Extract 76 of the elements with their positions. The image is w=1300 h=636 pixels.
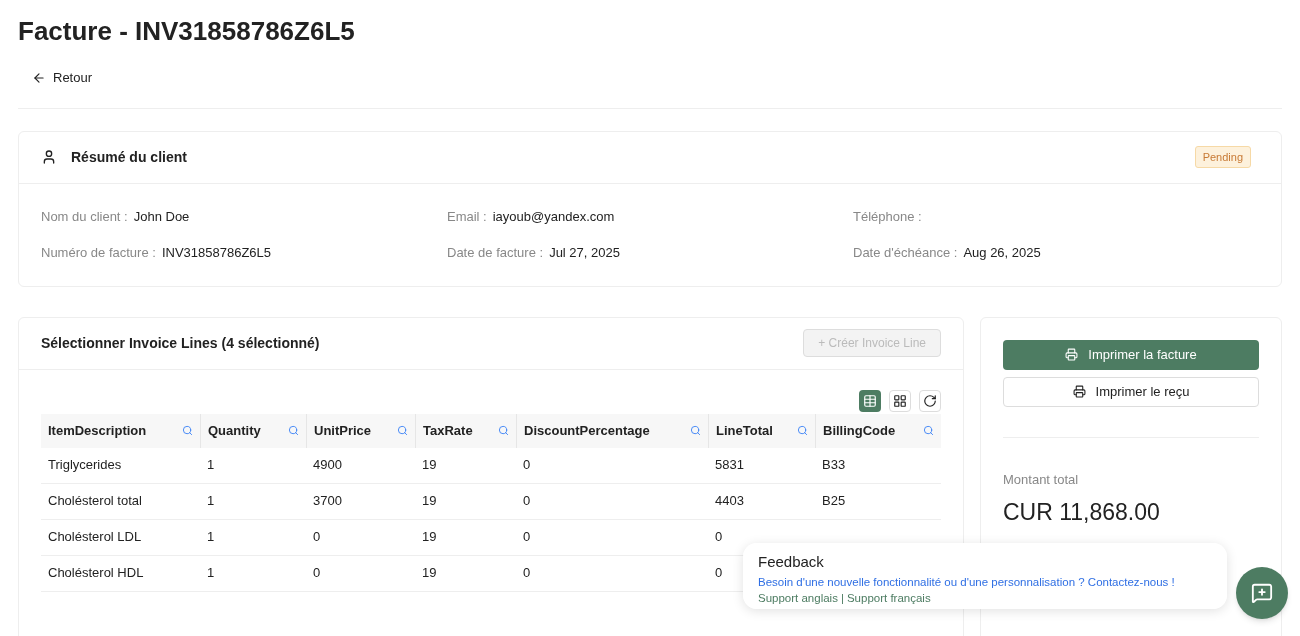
field-label: Date de facture : [447, 243, 544, 262]
column-header[interactable]: Quantity [200, 413, 306, 448]
field-label: Email : [447, 207, 487, 226]
table-cell: 0 [715, 565, 723, 581]
table-cell: Cholésterol total [48, 493, 142, 509]
support-link[interactable]: Support français [846, 590, 931, 606]
feedback-title: Feedback [758, 553, 824, 571]
field-label: Téléphone : [853, 207, 922, 226]
field-value: INV31858786Z6L5 [161, 243, 272, 262]
table-cell: 0 [523, 565, 531, 581]
search-icon[interactable] [797, 425, 808, 436]
column-header[interactable]: TaxRate [415, 413, 516, 448]
feedback-message: Besoin d'une nouvelle fonctionnalité ou d'une personnalisation ? Contactez-nous ! [758, 575, 1176, 590]
field-label: Date d'échéance : [853, 243, 958, 262]
table-cell: Cholésterol HDL [48, 565, 144, 581]
table-cell: 1 [207, 565, 215, 581]
table-cell: 1 [207, 457, 215, 473]
search-icon[interactable] [182, 425, 193, 436]
view-toggle-button[interactable] [889, 389, 911, 412]
field-label: Numéro de facture : [41, 243, 156, 262]
search-icon[interactable] [288, 425, 299, 436]
view-toggle-button[interactable] [859, 389, 881, 412]
search-icon[interactable] [498, 425, 509, 436]
field-value: iayoub@yandex.com [492, 207, 615, 226]
table-cell: 0 [313, 565, 321, 581]
table-cell: 0 [313, 529, 321, 545]
section-heading: Sélectionner Invoice Lines (4 sélectionné) [41, 333, 320, 353]
field-value: Aug 26, 2025 [963, 243, 1041, 262]
view-toggle-button[interactable] [919, 389, 941, 412]
refresh-icon [923, 393, 937, 408]
grid-view-icon [893, 393, 907, 408]
print-receipt-button[interactable]: Imprimer le reçu [1003, 376, 1259, 407]
table-cell: 1 [207, 529, 215, 545]
status-badge: Pending [1194, 145, 1251, 169]
printer-icon [1072, 385, 1086, 398]
chat-plus-icon [1251, 582, 1273, 604]
table-cell: Triglycerides [48, 457, 122, 473]
user-icon [41, 149, 57, 165]
column-header[interactable]: ItemDescription [41, 413, 200, 448]
page-title: Facture - INV31858786Z6L5 [18, 15, 355, 48]
table-cell: B25 [822, 493, 846, 509]
column-header[interactable]: BillingCode [815, 413, 941, 448]
table-cell: 5831 [715, 457, 744, 473]
table-cell: 3700 [313, 493, 342, 509]
back-link[interactable]: Retour [32, 64, 93, 92]
printer-icon [1065, 348, 1079, 361]
section-heading: Résumé du client [71, 147, 187, 167]
column-header[interactable]: DiscountPercentage [516, 413, 708, 448]
table-view-icon [863, 393, 877, 408]
table-cell: 0 [523, 529, 531, 545]
table-cell: B33 [822, 457, 846, 473]
search-icon[interactable] [923, 425, 934, 436]
table-cell: 19 [422, 529, 437, 545]
support-link[interactable]: Support anglais [758, 590, 838, 606]
table-cell: 4900 [313, 457, 342, 473]
table-cell: 19 [422, 493, 437, 509]
table-cell: 19 [422, 457, 437, 473]
table-cell: 19 [422, 565, 437, 581]
feedback-chat-button[interactable] [1236, 567, 1288, 619]
table-cell: 0 [523, 493, 531, 509]
table-cell: 1 [207, 493, 215, 509]
search-icon[interactable] [690, 425, 701, 436]
separator-text: | [840, 591, 844, 606]
column-header[interactable]: UnitPrice [306, 413, 415, 448]
table-cell: 0 [715, 529, 723, 545]
total-label: Montant total [1003, 470, 1079, 489]
table-cell: 4403 [715, 493, 744, 509]
table-cell: Cholésterol LDL [48, 529, 142, 545]
field-value: Jul 27, 2025 [549, 243, 620, 262]
total-amount: CUR 11,868.00 [1003, 497, 1161, 527]
print-invoice-button[interactable]: Imprimer la facture [1003, 339, 1259, 370]
column-header[interactable]: LineTotal [708, 413, 815, 448]
field-label: Nom du client : [41, 207, 128, 226]
search-icon[interactable] [397, 425, 408, 436]
table-cell: 0 [523, 457, 531, 473]
field-value: John Doe [133, 207, 190, 226]
